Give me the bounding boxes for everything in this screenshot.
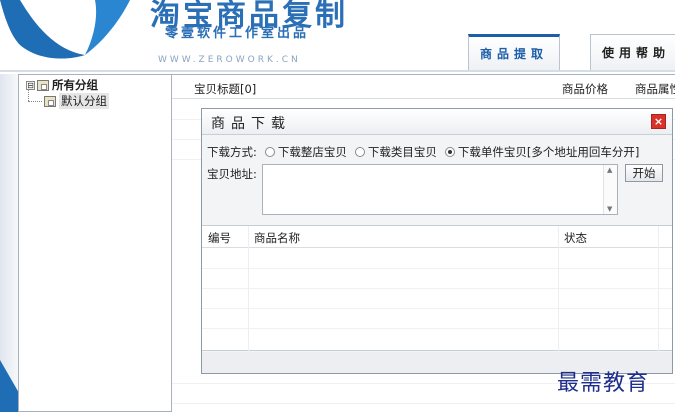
row-divider bbox=[202, 288, 672, 289]
tree-node-label: 默认分组 bbox=[59, 93, 109, 109]
address-scrollbar[interactable]: ▲ ▼ bbox=[603, 165, 617, 214]
download-mode-label: 下载方式: bbox=[207, 145, 257, 159]
address-textarea[interactable]: ▲ ▼ bbox=[262, 164, 618, 215]
start-button[interactable]: 开始 bbox=[625, 164, 663, 182]
download-table-header: 编号 商品名称 状态 bbox=[202, 226, 672, 248]
download-mode-row: 下载方式: 下载整店宝贝 下载类目宝贝 下载单件宝贝[多个地址用回车分开] bbox=[207, 144, 639, 160]
app-header: 淘宝商品复制 零壹软件工作室出品 WWW.ZEROWORK.CN 商品提取 使用… bbox=[0, 0, 675, 72]
row-divider bbox=[202, 268, 672, 269]
address-label: 宝贝地址: bbox=[207, 167, 257, 181]
tree-connector bbox=[28, 101, 42, 102]
column-divider bbox=[558, 226, 559, 352]
app-subtitle: 零壹软件工作室出品 bbox=[165, 26, 310, 41]
collapse-icon[interactable]: ⊟ bbox=[26, 80, 35, 90]
header-divider bbox=[0, 70, 675, 72]
radio-label-single-item[interactable]: 下载单件宝贝[多个地址用回车分开] bbox=[458, 144, 639, 160]
radio-category[interactable] bbox=[354, 147, 365, 157]
scroll-down-icon[interactable]: ▼ bbox=[607, 205, 612, 213]
column-header-price[interactable]: 商品价格 bbox=[562, 81, 608, 97]
left-edge-decoration bbox=[0, 74, 18, 412]
column-header-id[interactable]: 编号 bbox=[208, 230, 231, 246]
radio-label-whole-shop[interactable]: 下载整店宝贝 bbox=[278, 144, 347, 160]
scroll-up-icon[interactable]: ▲ bbox=[607, 166, 612, 174]
column-header-product-name[interactable]: 商品名称 bbox=[254, 230, 300, 246]
tab-product-extract[interactable]: 商品提取 bbox=[468, 34, 560, 70]
column-divider bbox=[658, 226, 659, 352]
tree-node-label: 所有分组 bbox=[52, 78, 98, 92]
dialog-titlebar[interactable]: 商品下载 × bbox=[202, 109, 672, 135]
group-tree bbox=[18, 74, 172, 412]
folder-icon bbox=[44, 95, 56, 107]
folder-icon bbox=[37, 79, 49, 91]
logo-swoosh-icon bbox=[0, 0, 130, 59]
tree-node-all-groups[interactable]: ⊟ 所有分组 bbox=[26, 78, 98, 92]
dialog-title: 商品下载 bbox=[211, 116, 291, 132]
row-divider bbox=[202, 308, 672, 309]
column-header-title[interactable]: 宝贝标题[0] bbox=[194, 81, 256, 97]
radio-single-item[interactable] bbox=[444, 147, 455, 157]
column-divider bbox=[248, 226, 249, 352]
product-download-dialog: 商品下载 × 下载方式: 下载整店宝贝 下载类目宝贝 下载单件宝贝[多个地址用回… bbox=[201, 108, 673, 374]
grid-line bbox=[172, 403, 675, 404]
tab-help[interactable]: 使用帮助 bbox=[590, 34, 675, 70]
close-icon[interactable]: × bbox=[651, 114, 666, 129]
column-header-status[interactable]: 状态 bbox=[564, 230, 587, 246]
tree-connector bbox=[28, 90, 29, 101]
download-table: 编号 商品名称 状态 bbox=[202, 225, 672, 352]
radio-whole-shop[interactable] bbox=[264, 147, 275, 157]
column-header-attributes[interactable]: 商品属性 bbox=[635, 81, 675, 97]
watermark: 最需教育 bbox=[557, 371, 650, 396]
row-divider bbox=[202, 328, 672, 329]
list-header: 宝贝标题[0] 商品价格 商品属性 bbox=[172, 75, 675, 99]
tree-node-default-group[interactable]: 默认分组 bbox=[44, 93, 109, 109]
app-url: WWW.ZEROWORK.CN bbox=[158, 55, 301, 65]
radio-label-category[interactable]: 下载类目宝贝 bbox=[368, 144, 437, 160]
